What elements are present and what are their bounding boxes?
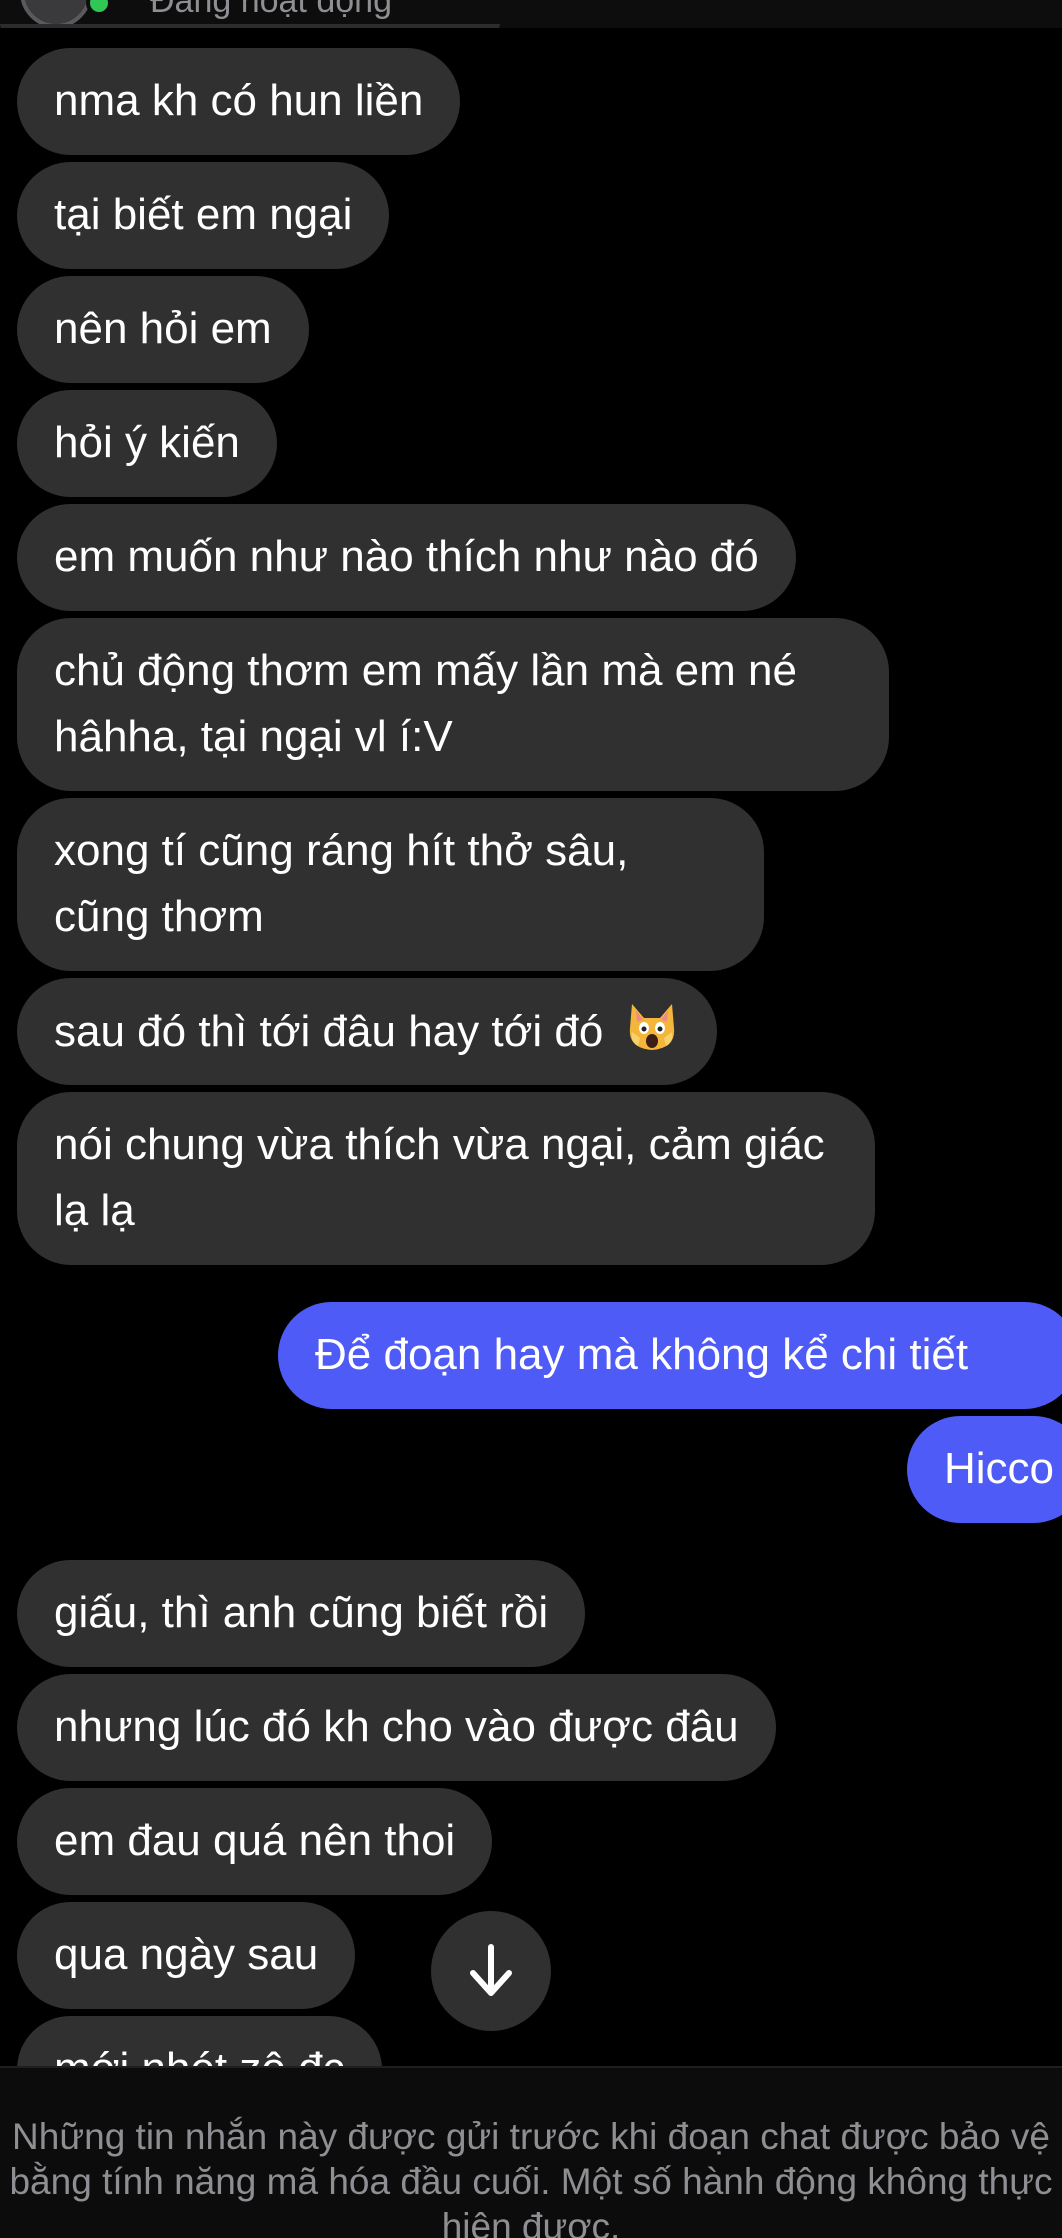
incoming-message[interactable]: em muốn như nào thích như nào đó: [17, 504, 796, 611]
incoming-message[interactable]: nói chung vừa thích vừa ngại, cảm giác l…: [17, 1092, 875, 1265]
incoming-message[interactable]: chủ động thơm em mấy lần mà em né hâhha,…: [17, 618, 889, 791]
previous-bubble-edge: [0, 24, 500, 28]
active-status-text: Đang hoạt động: [150, 0, 392, 20]
incoming-message[interactable]: nma kh có hun liền: [17, 48, 461, 155]
outgoing-message[interactable]: Để đoạn hay mà không kể chi tiết: [278, 1302, 1062, 1409]
incoming-message[interactable]: giấu, thì anh cũng biết rồi: [17, 1560, 586, 1667]
incoming-message[interactable]: hỏi ý kiến: [17, 390, 277, 497]
chat-header: Đang hoạt động: [0, 0, 1062, 28]
incoming-message[interactable]: nên hỏi em: [17, 276, 309, 383]
encryption-notice-text: Những tin nhắn này được gửi trước khi đo…: [9, 2116, 1053, 2238]
encryption-notice-bar: Những tin nhắn này được gửi trước khi đo…: [0, 2066, 1062, 2238]
incoming-message[interactable]: qua ngày sau: [17, 1902, 356, 2009]
incoming-message[interactable]: nhưng lúc đó kh cho vào được đâu: [17, 1674, 776, 1781]
online-status-dot: [86, 0, 112, 16]
arrow-down-icon: [470, 1944, 512, 1996]
incoming-message[interactable]: tại biết em ngại: [17, 162, 390, 269]
outgoing-message[interactable]: Hicco: [907, 1416, 1062, 1523]
incoming-message-with-emoji[interactable]: sau đó thì tới đâu hay tới đó: [17, 978, 717, 1085]
scroll-to-bottom-button[interactable]: [431, 1911, 551, 2031]
incoming-message-text: sau đó thì tới đâu hay tới đó: [54, 1007, 604, 1056]
face-screaming-in-fear-cat-emoji: [629, 1004, 674, 1050]
incoming-message[interactable]: xong tí cũng ráng hít thở sâu, cũng thơm: [17, 798, 764, 971]
incoming-message[interactable]: em đau quá nên thoi: [17, 1788, 493, 1895]
